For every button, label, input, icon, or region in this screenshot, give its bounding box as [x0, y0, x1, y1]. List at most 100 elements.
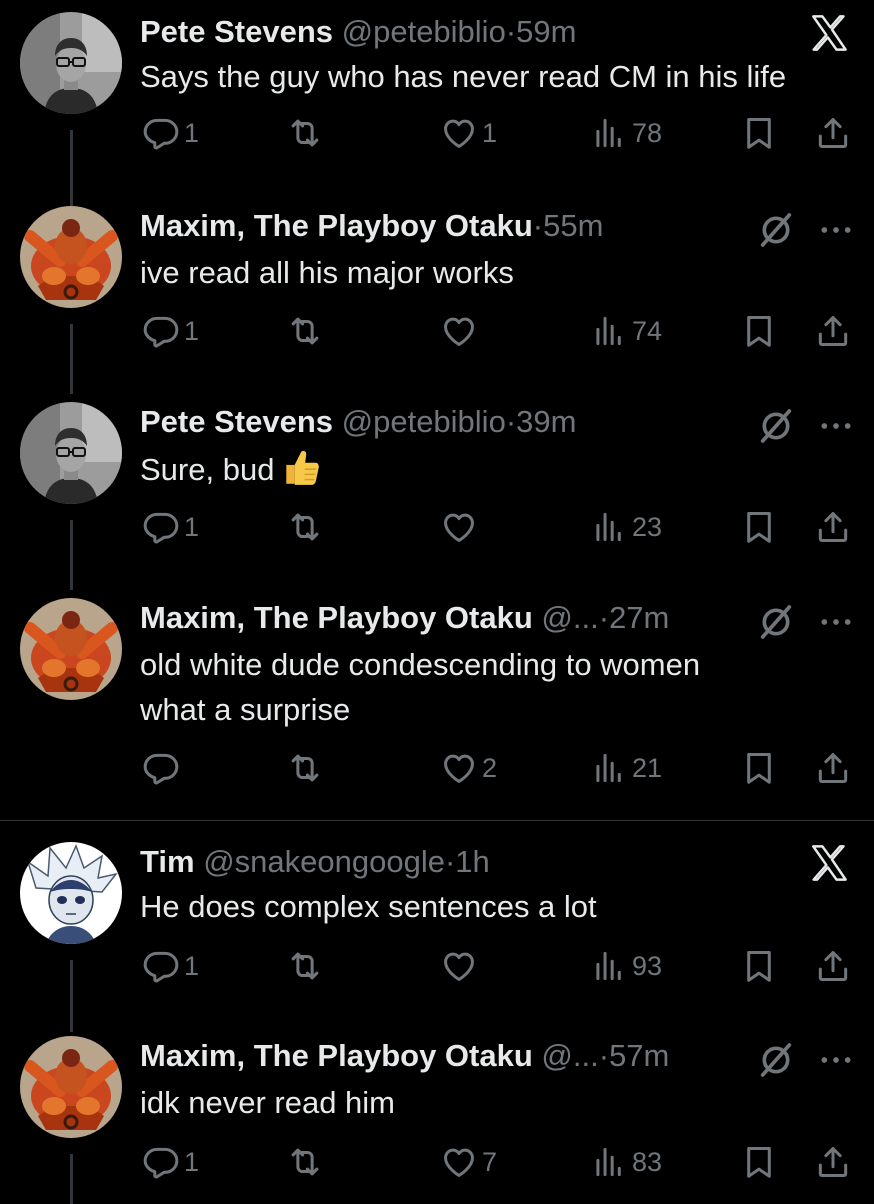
tweet-header: Maxim, The Playboy Otaku @...·57m — [140, 1034, 669, 1078]
reply-button[interactable]: 1 — [142, 111, 199, 155]
reply-icon — [142, 312, 180, 350]
author-handle[interactable]: @... — [541, 600, 598, 635]
share-button[interactable] — [814, 505, 852, 549]
retweet-button[interactable] — [286, 309, 324, 353]
share-button[interactable] — [814, 309, 852, 353]
retweet-icon — [286, 749, 324, 787]
action-bar: 1 23 — [140, 505, 854, 549]
share-button[interactable] — [814, 111, 852, 155]
action-bar: 1 74 — [140, 309, 854, 353]
reply-button[interactable] — [142, 746, 180, 790]
retweet-button[interactable] — [286, 746, 324, 790]
tweet-header: Maxim, The Playboy Otaku·55m — [140, 204, 603, 248]
tweet-header: Maxim, The Playboy Otaku @...·27m — [140, 596, 669, 640]
bookmark-button[interactable] — [740, 1140, 778, 1184]
reply-icon — [142, 947, 180, 985]
reply-button[interactable]: 1 — [142, 944, 199, 988]
timestamp[interactable]: 59m — [516, 14, 576, 49]
thread-line — [70, 1154, 73, 1204]
avatar[interactable] — [20, 1036, 122, 1138]
reply-count: 1 — [184, 950, 200, 981]
author-name[interactable]: Pete Stevens — [140, 404, 333, 439]
like-button[interactable] — [440, 309, 478, 353]
avatar[interactable] — [20, 402, 122, 504]
share-button[interactable] — [814, 944, 852, 988]
muted-icon[interactable] — [756, 406, 796, 451]
separator-dot: · — [505, 404, 517, 439]
like-button[interactable]: 1 — [440, 111, 497, 155]
view-count: 23 — [632, 511, 663, 542]
tweet-text: ive read all his major works — [140, 255, 514, 290]
views-button[interactable]: 83 — [590, 1140, 662, 1184]
share-button[interactable] — [814, 746, 852, 790]
author-handle[interactable]: @petebiblio — [342, 404, 506, 439]
bookmark-icon — [740, 508, 778, 546]
reply-button[interactable]: 1 — [142, 505, 199, 549]
bookmark-button[interactable] — [740, 309, 778, 353]
like-button[interactable] — [440, 944, 478, 988]
views-button[interactable]: 78 — [590, 111, 662, 155]
more-options-icon[interactable] — [816, 210, 856, 255]
views-button[interactable]: 74 — [590, 309, 662, 353]
separator-dot: · — [532, 208, 544, 243]
like-button[interactable]: 7 — [440, 1140, 497, 1184]
timestamp[interactable]: 27m — [609, 600, 669, 635]
author-handle[interactable]: @petebiblio — [342, 14, 506, 49]
share-button[interactable] — [814, 1140, 852, 1184]
muted-icon[interactable] — [756, 210, 796, 255]
author-name[interactable]: Maxim, The Playboy Otaku — [140, 600, 533, 635]
muted-icon[interactable] — [756, 1040, 796, 1085]
avatar[interactable] — [20, 206, 122, 308]
retweet-button[interactable] — [286, 1140, 324, 1184]
bookmark-button[interactable] — [740, 505, 778, 549]
share-icon — [814, 749, 852, 787]
avatar[interactable] — [20, 12, 122, 114]
author-handle[interactable]: @... — [541, 1038, 598, 1073]
views-button[interactable]: 23 — [590, 505, 662, 549]
action-bar: 1 93 — [140, 944, 854, 988]
share-icon — [814, 1143, 852, 1181]
like-button[interactable]: 2 — [440, 746, 497, 790]
author-name[interactable]: Pete Stevens — [140, 14, 333, 49]
retweet-button[interactable] — [286, 505, 324, 549]
views-button[interactable]: 21 — [590, 746, 662, 790]
author-name[interactable]: Maxim, The Playboy Otaku — [140, 208, 533, 243]
more-options-icon[interactable] — [816, 1040, 856, 1085]
timestamp[interactable]: 57m — [609, 1038, 669, 1073]
avatar[interactable] — [20, 842, 122, 944]
reply-button[interactable]: 1 — [142, 1140, 199, 1184]
retweet-icon — [286, 114, 324, 152]
heart-icon — [440, 114, 478, 152]
author-name[interactable]: Maxim, The Playboy Otaku — [140, 1038, 533, 1073]
more-options-icon[interactable] — [816, 406, 856, 451]
views-icon — [590, 947, 628, 985]
like-button[interactable] — [440, 505, 478, 549]
action-bar: 1 1 78 — [140, 111, 854, 155]
action-bar: 1 7 83 — [140, 1140, 854, 1184]
more-options-icon[interactable] — [816, 602, 856, 647]
reply-count: 1 — [184, 1146, 200, 1177]
reply-icon — [142, 114, 180, 152]
tweet-text: He does complex sentences a lot — [140, 889, 597, 924]
thread-line — [70, 520, 73, 590]
reply-icon — [142, 749, 180, 787]
timestamp[interactable]: 55m — [543, 208, 603, 243]
x-logo-icon — [806, 12, 852, 59]
views-button[interactable]: 93 — [590, 944, 662, 988]
separator-dot: · — [598, 600, 610, 635]
timestamp[interactable]: 39m — [516, 404, 576, 439]
x-logo-icon — [806, 842, 852, 889]
tweet-text-line: what a surprise — [140, 692, 351, 727]
bookmark-button[interactable] — [740, 746, 778, 790]
retweet-button[interactable] — [286, 944, 324, 988]
retweet-button[interactable] — [286, 111, 324, 155]
timestamp[interactable]: 1h — [455, 844, 489, 879]
author-handle[interactable]: @snakeongoogle — [203, 844, 445, 879]
view-count: 93 — [632, 950, 663, 981]
author-name[interactable]: Tim — [140, 844, 195, 879]
bookmark-button[interactable] — [740, 111, 778, 155]
bookmark-button[interactable] — [740, 944, 778, 988]
reply-button[interactable]: 1 — [142, 309, 199, 353]
avatar[interactable] — [20, 598, 122, 700]
muted-icon[interactable] — [756, 602, 796, 647]
